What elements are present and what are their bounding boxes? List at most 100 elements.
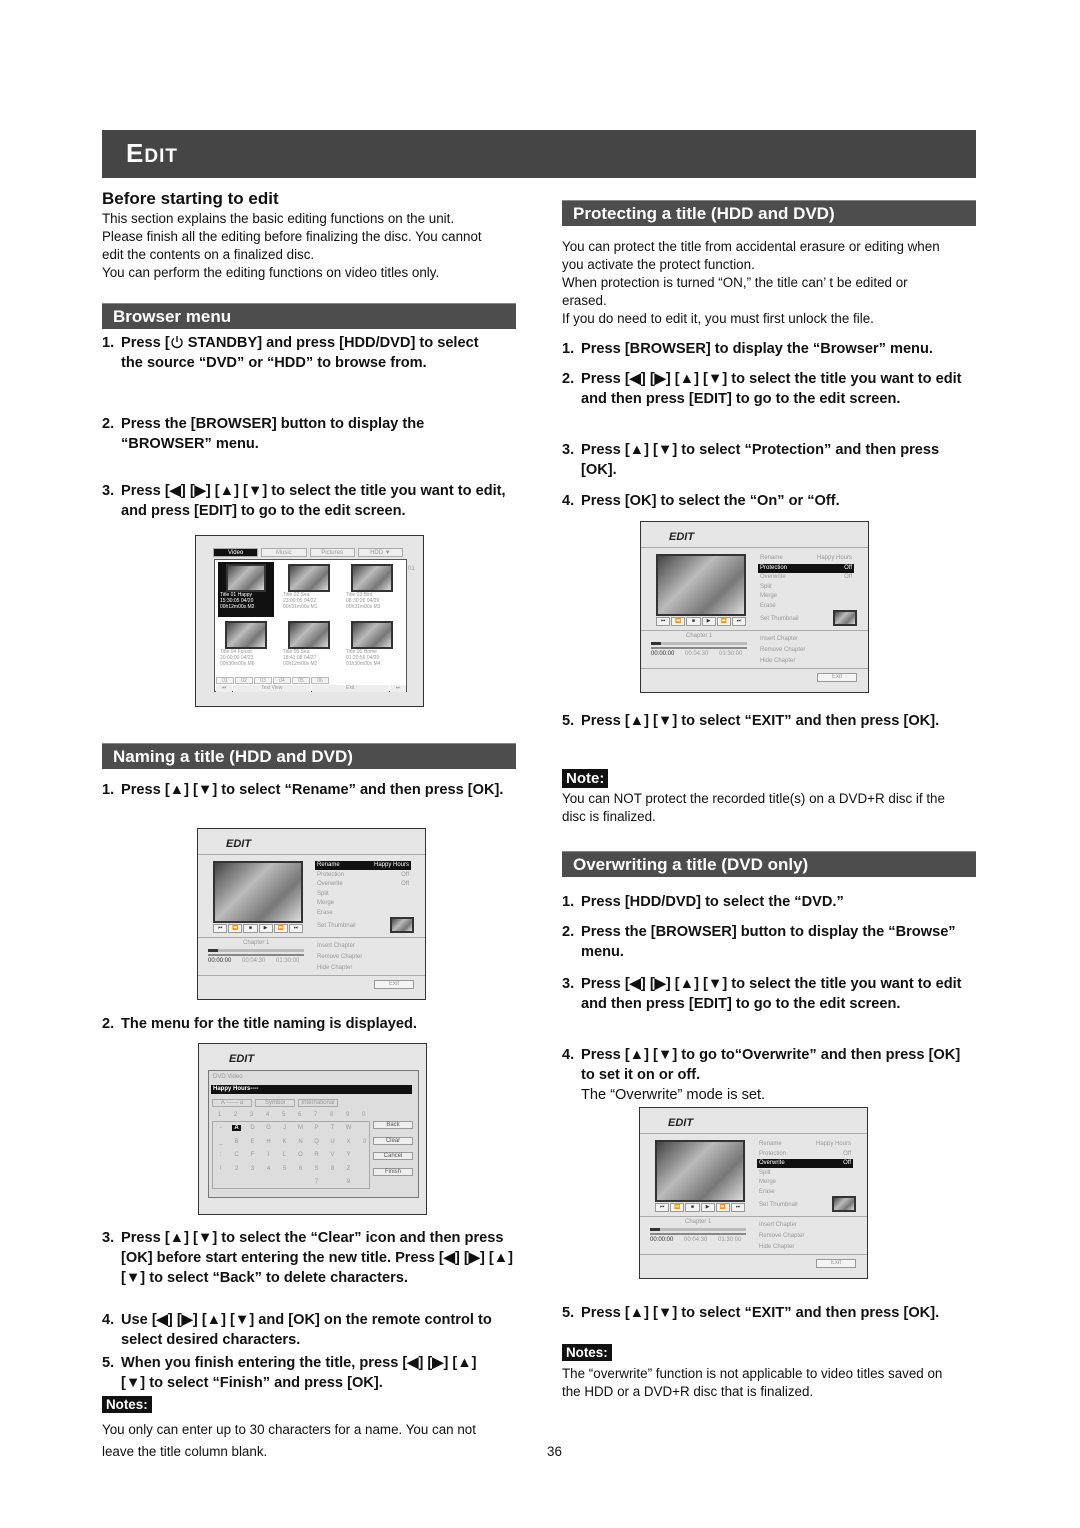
step-number: 3. — [102, 1230, 115, 1246]
edit-screen-title: EDIT — [668, 1117, 694, 1129]
menu-item-label: Rename — [760, 555, 783, 561]
chapter-menu-item: Remove Chapter — [759, 1233, 805, 1239]
title-thumbnail: Title 05 Sea 18:41:08 04/27 00h12m00s M2 — [281, 619, 337, 674]
edit-menu-item: Merge — [757, 1178, 853, 1187]
chapter-label: Chapter 1 — [686, 633, 713, 639]
edit-screen-rename-screenshot: EDIT ⏮ ⏪ ■ ▶ ⏩ ⏭ Rename Happy Hours Protection Off… — [197, 828, 426, 1000]
notes-label: Notes: — [562, 1344, 612, 1361]
character-key: 7 — [314, 1179, 319, 1185]
digit-key: 8 — [330, 1112, 334, 1118]
thumbnail-image — [288, 621, 330, 649]
tab-video: Video — [213, 548, 259, 557]
page-button: 03 — [254, 677, 272, 684]
browser-step-3: 3. Press [◀] [▶] [▲] [▼] to select the ti… — [102, 481, 516, 521]
video-preview — [655, 1140, 745, 1202]
chapter-progress — [208, 949, 304, 952]
transport-button: ■ — [685, 1203, 700, 1212]
digit-key: 4 — [266, 1112, 270, 1118]
divider — [198, 937, 425, 938]
text-line: leave the title column blank. — [102, 1444, 268, 1459]
character-key: U — [330, 1138, 335, 1145]
thumbnail-caption: 00h31m00s M3 — [346, 604, 381, 610]
step-number: 4. — [562, 493, 575, 509]
transport-button: ⏩ — [715, 1203, 730, 1212]
character-key: 8 — [330, 1165, 335, 1172]
chapter-progress — [650, 1228, 746, 1231]
divider — [640, 1216, 867, 1217]
tab-music: Music — [261, 548, 307, 557]
protect-step-2: 2. Press [◀] [▶] [▲] [▼] to select the ti… — [562, 369, 962, 409]
back-button: Back — [373, 1121, 413, 1129]
character-key: W — [345, 1125, 352, 1131]
chapter-progress — [651, 642, 747, 645]
overwrite-notes-text: The “overwrite” function is not applicab… — [562, 1365, 942, 1401]
step-subtext: The “Overwrite” mode is set. — [581, 1087, 766, 1103]
menu-item-value: Off — [844, 574, 852, 580]
browser-bottom-buttons: ⏮ Text View Exit ⏭ — [216, 685, 406, 692]
step-text: Press [▲] [▼] to select “Rename” and the… — [121, 782, 504, 798]
divider — [198, 975, 425, 976]
edit-menu-item: Protection Off — [757, 1150, 853, 1159]
protect-heading: Protecting a title (HDD and DVD) — [562, 200, 976, 226]
step-text: Press [▲] [▼] to go to“Overwrite” and th… — [581, 1047, 961, 1083]
character-key: 5 — [282, 1165, 287, 1172]
exit-button: Exit — [374, 980, 414, 989]
step-text: Press [ — [121, 335, 170, 351]
step-text: Press [◀] [▶] [▲] [▼] to select the titl… — [121, 483, 506, 519]
character-key: Z — [346, 1165, 351, 1172]
menu-item-label: Overwrite — [317, 881, 343, 887]
character-key: N — [298, 1138, 303, 1145]
protect-step-1: 1. Press [BROWSER] to display the “Browse… — [562, 339, 982, 359]
thumbnail-preview — [390, 917, 414, 933]
menu-item-label: Erase — [317, 909, 333, 916]
edit-menu-item: Protection Off — [758, 563, 854, 573]
transport-button: ▶ — [701, 617, 716, 626]
character-key: F — [250, 1152, 255, 1158]
step-text: Press the [BROWSER] button to display th… — [121, 416, 425, 452]
transport-button: ⏮ — [656, 617, 671, 626]
edit-menu-item: Split — [758, 583, 854, 592]
edit-screen-title: EDIT — [229, 1053, 255, 1065]
cancel-button: Cancel — [373, 1152, 413, 1160]
thumbnail-image — [351, 621, 393, 649]
menu-item-value: Happy Hours — [816, 555, 852, 561]
tab-hdd: HDD ▼ — [357, 548, 403, 557]
chapter-progress-fill — [651, 642, 661, 645]
browser-step-2: 2. Press the [BROWSER] button to display … — [102, 414, 482, 454]
character-key: I — [267, 1152, 270, 1158]
transport-button: ▶ — [258, 924, 273, 933]
step-text: Press [▲] [▼] to select “EXIT” and then … — [581, 1305, 940, 1321]
menu-item-label: Split — [760, 583, 772, 590]
step-text: The menu for the title naming is display… — [121, 1016, 417, 1032]
step-number: 4. — [102, 1312, 115, 1328]
video-preview — [656, 554, 746, 616]
overwrite-step-2: 2. Press the [BROWSER] button to display … — [562, 922, 962, 962]
text-line: The “overwrite” function is not applicab… — [562, 1366, 943, 1381]
chapter-menu-item: Remove Chapter — [317, 954, 363, 960]
menu-item-value: Off — [401, 881, 409, 887]
page-button: 04 — [273, 677, 291, 684]
mode-button: Symbol — [255, 1099, 295, 1107]
text-line: you activate the protect function. — [562, 257, 755, 272]
menu-item-label: Merge — [760, 593, 778, 599]
edit-menu-item: Overwrite Off — [315, 880, 411, 889]
text-line: disc is finalized. — [562, 809, 656, 824]
thumbnail-caption: 00h30m00s M6 — [220, 661, 255, 667]
menu-item-value: Happy Hours — [373, 862, 409, 868]
edit-screen-title: EDIT — [226, 838, 252, 850]
title-thumbnail: Title 06 Home 01:20:56 04/20 01h30m00s M4 — [344, 619, 400, 674]
naming-step-4: 4. Use [◀] [▶] [▲] [▼] and [OK] on the re… — [102, 1310, 502, 1350]
chapter-label: Chapter 1 — [685, 1219, 712, 1225]
divider — [640, 1254, 867, 1255]
standby-icon — [171, 336, 183, 349]
thumbnail-image — [351, 564, 393, 592]
edit-screen-overwrite-screenshot: EDIT ⏮ ⏪ ■ ▶ ⏩ ⏭ Rename Happy Hours Protection Off… — [639, 1107, 868, 1279]
menu-item-label: Protection — [760, 564, 788, 571]
text-line: If you do need to edit it, you must firs… — [562, 311, 874, 326]
thumbnail-caption: 00h31m00s M1 — [283, 604, 318, 610]
step-number: 3. — [562, 976, 575, 992]
character-key: 0 — [362, 1138, 367, 1145]
clear-button: Clear — [373, 1136, 413, 1145]
title-thumbnail: Title 01 Happy 15:30:05 04/20 00h12m00s M2 — [218, 562, 274, 617]
digit-key: 6 — [298, 1112, 302, 1118]
